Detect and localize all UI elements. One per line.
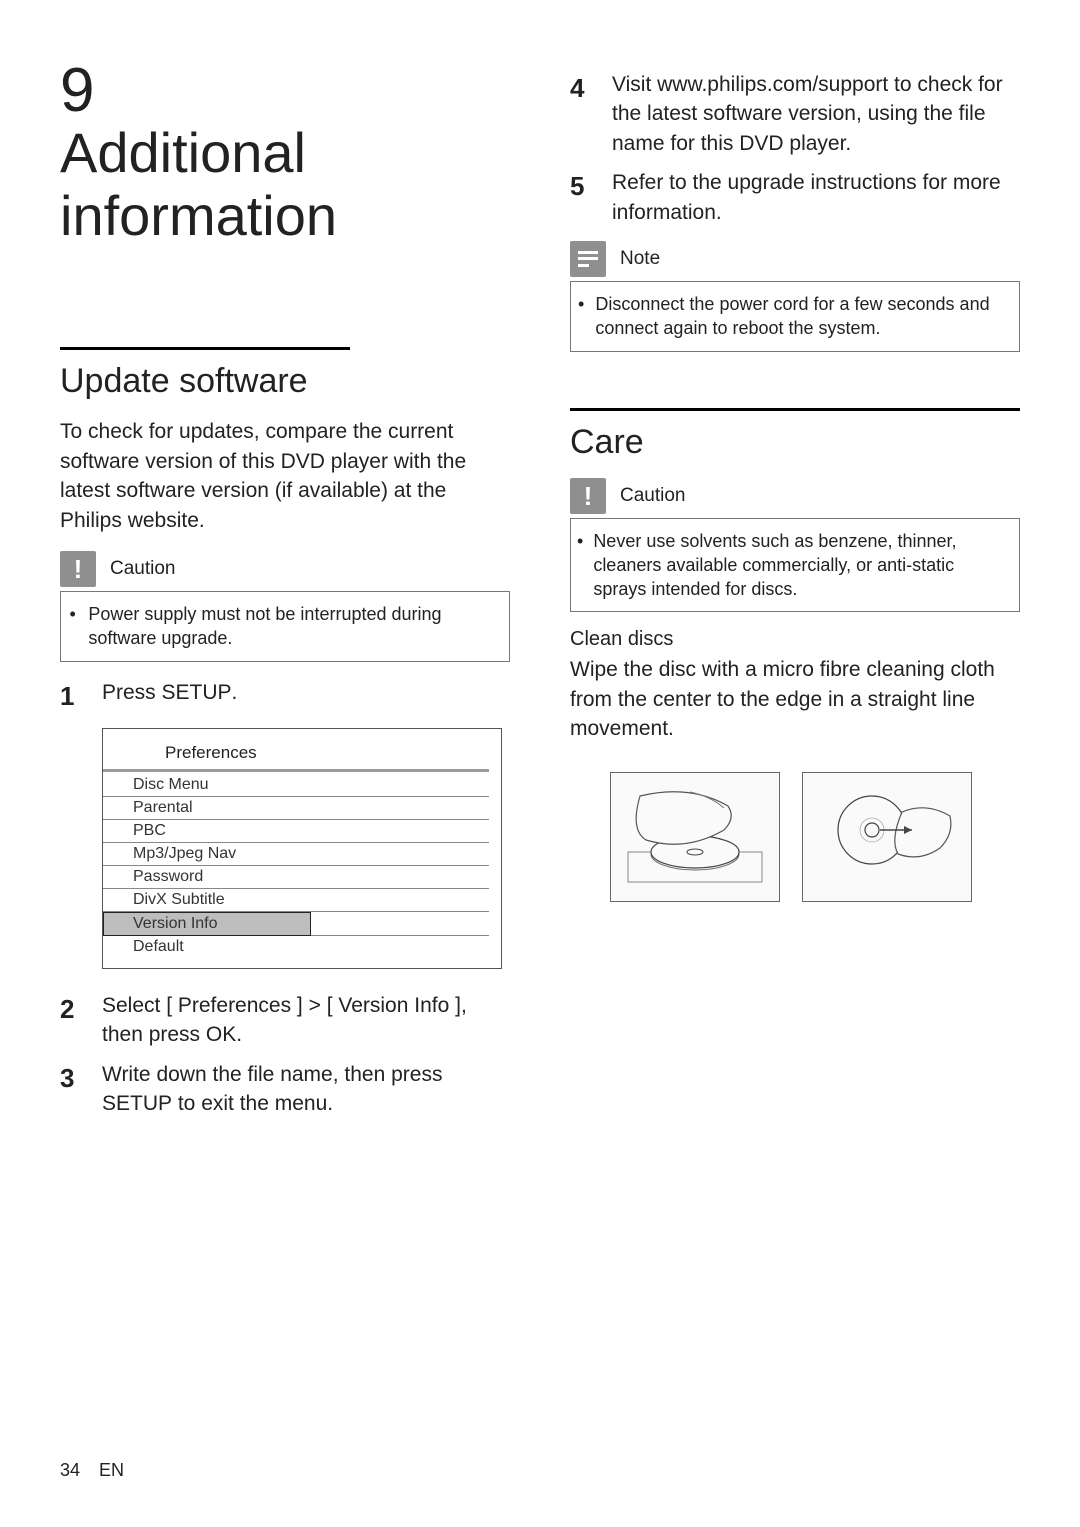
menu-row: Mp3/Jpeg Nav bbox=[103, 843, 489, 866]
caution-icon: ! bbox=[60, 551, 96, 587]
note-label: Note bbox=[620, 248, 660, 270]
illustrations bbox=[570, 772, 1020, 902]
clean-discs-text: Wipe the disc with a micro fibre cleanin… bbox=[570, 655, 1020, 743]
menu-item-value bbox=[311, 774, 489, 797]
menu-item-label: PBC bbox=[103, 820, 311, 843]
menu-item-value bbox=[311, 797, 489, 820]
caution-box-update: ! Caution •Power supply must not be inte… bbox=[60, 551, 510, 662]
step-3: 3 Write down the file name, then press S… bbox=[60, 1060, 510, 1119]
section-title-care: Care bbox=[570, 423, 1020, 462]
intro-text: To check for updates, compare the curren… bbox=[60, 417, 510, 535]
menu-item-value bbox=[311, 889, 489, 912]
menu-item-value bbox=[311, 843, 489, 866]
menu-divider bbox=[103, 769, 489, 772]
step-5: 5 Refer to the upgrade instructions for … bbox=[570, 168, 1020, 227]
step-number: 4 bbox=[570, 70, 594, 158]
caution-icon: ! bbox=[570, 478, 606, 514]
step-4: 4 Visit www.philips.com/support to check… bbox=[570, 70, 1020, 158]
menu-row: PBC bbox=[103, 820, 489, 843]
menu-item-label: Version Info bbox=[103, 912, 311, 936]
menu-item-value bbox=[311, 866, 489, 889]
page-number: 34 bbox=[60, 1460, 80, 1480]
step-2: 2 Select [ Preferences ] > [ Version Inf… bbox=[60, 991, 510, 1050]
menu-row: Version Info bbox=[103, 912, 489, 936]
menu-row: Parental bbox=[103, 797, 489, 820]
step-number: 5 bbox=[570, 168, 594, 227]
menu-item-label: Mp3/Jpeg Nav bbox=[103, 843, 311, 866]
step-number: 3 bbox=[60, 1060, 84, 1119]
caution-text: Power supply must not be interrupted dur… bbox=[88, 602, 495, 651]
menu-row: Disc Menu bbox=[103, 774, 489, 797]
caution-text: Never use solvents such as benzene, thin… bbox=[593, 529, 1005, 602]
menu-row: Password bbox=[103, 866, 489, 889]
note-text: Disconnect the power cord for a few seco… bbox=[595, 292, 1005, 341]
chapter-number: 9 bbox=[60, 60, 94, 122]
language-code: EN bbox=[99, 1460, 124, 1480]
note-box: Note •Disconnect the power cord for a fe… bbox=[570, 241, 1020, 352]
disc-tray-illustration bbox=[610, 772, 780, 902]
preferences-menu: Preferences Disc MenuParentalPBCMp3/Jpeg… bbox=[102, 728, 502, 969]
step-number: 1 bbox=[60, 678, 84, 714]
menu-item-label: Disc Menu bbox=[103, 774, 311, 797]
caution-label: Caution bbox=[110, 558, 176, 580]
clean-discs-heading: Clean discs bbox=[570, 628, 1020, 651]
caution-box-care: ! Caution •Never use solvents such as be… bbox=[570, 478, 1020, 613]
menu-item-label: Default bbox=[103, 936, 311, 958]
menu-row: Default bbox=[103, 936, 489, 958]
menu-header: Preferences bbox=[103, 743, 489, 769]
section-rule bbox=[60, 347, 350, 350]
page-footer: 34 EN bbox=[60, 1460, 124, 1481]
menu-item-label: Parental bbox=[103, 797, 311, 820]
chapter-title: Additional information bbox=[60, 122, 510, 247]
menu-item-label: DivX Subtitle bbox=[103, 889, 311, 912]
section-title-update: Update software bbox=[60, 362, 510, 401]
menu-item-value bbox=[311, 936, 489, 958]
note-icon bbox=[570, 241, 606, 277]
menu-item-label: Password bbox=[103, 866, 311, 889]
step-number: 2 bbox=[60, 991, 84, 1050]
menu-item-value bbox=[311, 820, 489, 843]
menu-row: DivX Subtitle bbox=[103, 889, 489, 912]
step-1: 1 Press SETUP. bbox=[60, 678, 510, 714]
chapter-heading: 9 Additional information bbox=[60, 60, 510, 247]
caution-label: Caution bbox=[620, 485, 686, 507]
section-rule bbox=[570, 408, 1020, 411]
disc-wipe-illustration bbox=[802, 772, 972, 902]
menu-item-value bbox=[311, 912, 489, 936]
